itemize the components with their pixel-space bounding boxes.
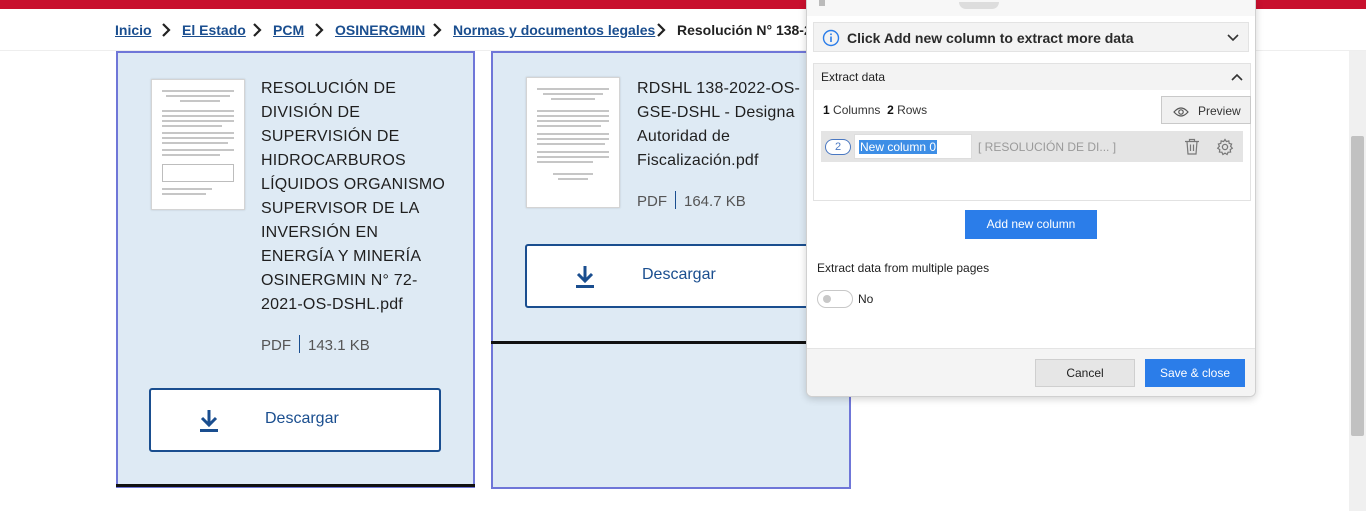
- breadcrumb-osinergmin[interactable]: OSINERGMIN: [335, 22, 425, 38]
- extract-data-title: Extract data: [821, 70, 886, 84]
- preview-button[interactable]: Preview: [1161, 96, 1251, 124]
- info-banner[interactable]: Click Add new column to extract more dat…: [813, 22, 1249, 52]
- page-scrollbar[interactable]: [1349, 51, 1366, 511]
- document-card: RDSHL 138-2022-OS-GSE-DSHL - Designa Aut…: [491, 51, 851, 489]
- meta-divider: [675, 191, 676, 209]
- chevron-right-icon: [314, 23, 324, 37]
- download-icon: [575, 265, 595, 289]
- panel-toolbar-stub: [807, 0, 1255, 16]
- document-size: 164.7 KB: [684, 193, 746, 210]
- breadcrumb-inicio[interactable]: Inicio: [115, 22, 152, 38]
- column-row-counts: 1 Columns 2 Rows: [823, 103, 927, 117]
- chevron-right-icon: [432, 23, 442, 37]
- chevron-right-icon: [656, 23, 666, 37]
- document-meta: PDF 143.1 KB: [261, 335, 370, 354]
- column-row: 2 New column 0 [ RESOLUCIÓN DE DI... ]: [821, 131, 1243, 162]
- gear-icon[interactable]: [1216, 138, 1234, 156]
- card-divider-rule: [491, 341, 851, 344]
- info-icon: [822, 29, 840, 47]
- meta-divider: [299, 335, 300, 353]
- rows-label: Rows: [897, 103, 928, 117]
- info-text: Click Add new column to extract more dat…: [847, 30, 1134, 46]
- download-button[interactable]: Descargar: [149, 388, 441, 452]
- document-size: 143.1 KB: [308, 337, 370, 354]
- extract-data-section: Extract data 1 Columns 2 Rows Preview 2 …: [813, 63, 1251, 201]
- chevron-down-icon[interactable]: [1226, 31, 1240, 45]
- chevron-up-icon[interactable]: [1230, 70, 1244, 84]
- card-bottom-rule: [116, 484, 475, 487]
- column-name-value: New column 0: [859, 140, 938, 154]
- eye-icon: [1173, 105, 1189, 117]
- panel-footer: Cancel Save & close: [807, 348, 1255, 396]
- breadcrumb-current: Resolución N° 138-2: [677, 22, 812, 38]
- save-close-button[interactable]: Save & close: [1145, 359, 1245, 387]
- breadcrumb-normas[interactable]: Normas y documentos legales: [453, 22, 655, 38]
- columns-count: 1: [823, 103, 830, 117]
- download-label: Descargar: [265, 410, 339, 427]
- document-format: PDF: [261, 337, 291, 354]
- pdf-thumbnail: [151, 79, 245, 210]
- extract-data-header[interactable]: Extract data: [814, 64, 1250, 90]
- column-name-input[interactable]: New column 0: [854, 134, 972, 159]
- toggle-knob: [823, 295, 831, 303]
- chevron-right-icon: [161, 23, 171, 37]
- breadcrumb-el-estado[interactable]: El Estado: [182, 22, 246, 38]
- multi-pages-toggle[interactable]: [817, 290, 853, 308]
- document-title: RDSHL 138-2022-OS-GSE-DSHL - Designa Aut…: [637, 80, 801, 169]
- download-icon: [199, 409, 219, 433]
- column-number-badge: 2: [825, 139, 851, 155]
- columns-label: Columns: [833, 103, 881, 117]
- download-label: Descargar: [642, 266, 716, 283]
- preview-label: Preview: [1198, 104, 1241, 118]
- extract-data-panel: Click Add new column to extract more dat…: [806, 0, 1256, 397]
- cancel-button[interactable]: Cancel: [1035, 359, 1135, 387]
- chevron-right-icon: [252, 23, 262, 37]
- document-title: RESOLUCIÓN DE DIVISIÓN DE SUPERVISIÓN DE…: [261, 80, 446, 313]
- document-format: PDF: [637, 193, 667, 210]
- trash-icon[interactable]: [1184, 138, 1200, 155]
- download-button[interactable]: Descargar: [525, 244, 825, 308]
- multi-pages-value: No: [858, 292, 874, 306]
- multi-pages-label: Extract data from multiple pages: [817, 261, 990, 275]
- scrollbar-thumb[interactable]: [1351, 136, 1364, 436]
- document-card: RESOLUCIÓN DE DIVISIÓN DE SUPERVISIÓN DE…: [116, 51, 475, 488]
- rows-count: 2: [887, 103, 894, 117]
- document-meta: PDF 164.7 KB: [637, 191, 746, 210]
- column-sample-value: [ RESOLUCIÓN DE DI... ]: [978, 140, 1117, 154]
- add-new-column-button[interactable]: Add new column: [965, 210, 1097, 239]
- breadcrumb-pcm[interactable]: PCM: [273, 22, 304, 38]
- pdf-thumbnail: [526, 77, 620, 208]
